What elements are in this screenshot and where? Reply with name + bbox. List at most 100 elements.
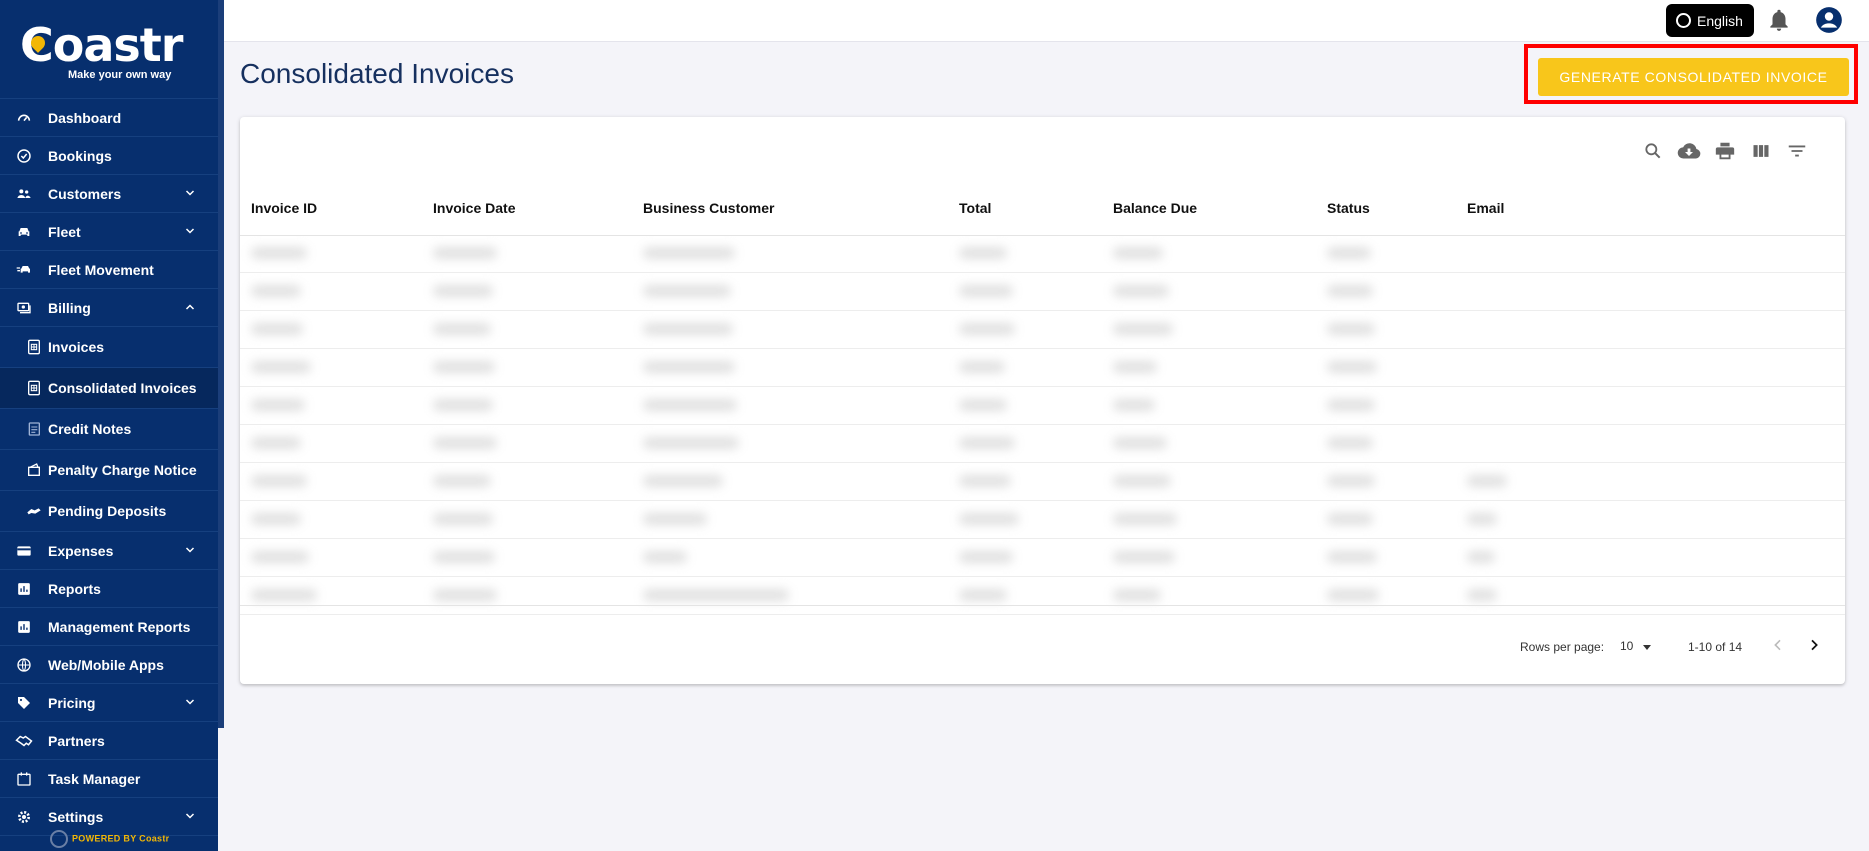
redacted-cell: [251, 361, 311, 373]
sidebar-item-expenses[interactable]: Expenses: [0, 532, 218, 570]
chevron-up-icon[interactable]: [184, 300, 196, 316]
redacted-cell: [1113, 513, 1177, 525]
globe-icon: [14, 655, 34, 675]
search-icon[interactable]: [1641, 139, 1665, 163]
bar-chart-icon: [14, 579, 34, 599]
language-button[interactable]: English: [1666, 4, 1754, 37]
sidebar-item-label: Billing: [48, 299, 91, 316]
chevron-down-icon[interactable]: [184, 695, 196, 711]
print-icon[interactable]: [1713, 139, 1737, 163]
redacted-cell: [959, 513, 1019, 525]
redacted-cell: [643, 361, 735, 373]
sidebar-subitem-invoices[interactable]: Invoices: [0, 327, 218, 368]
redacted-cell: [251, 513, 301, 525]
table-row[interactable]: [240, 273, 1845, 311]
redacted-cell: [959, 361, 1005, 373]
generate-consolidated-invoice-button[interactable]: GENERATE CONSOLIDATED INVOICE: [1538, 58, 1849, 96]
sidebar-item-fleet-movement[interactable]: Fleet Movement: [0, 251, 218, 289]
redacted-cell: [433, 437, 497, 449]
sidebar-item-pricing[interactable]: Pricing: [0, 684, 218, 722]
table-toolbar: [1641, 139, 1809, 163]
sidebar-subitem-penalty-charge-notice[interactable]: Penalty Charge Notice: [0, 450, 218, 491]
redacted-cell: [433, 399, 493, 411]
redacted-cell: [959, 399, 1007, 411]
language-label: English: [1697, 12, 1743, 29]
calendar-icon: [14, 769, 34, 789]
redacted-cell: [1327, 589, 1379, 601]
highlight-box: GENERATE CONSOLIDATED INVOICE: [1524, 44, 1858, 104]
rows-per-page-select[interactable]: 10: [1620, 639, 1633, 653]
sidebar-subitem-label: Consolidated Invoices: [48, 380, 197, 396]
sidebar-subitem-credit-notes[interactable]: Credit Notes: [0, 409, 218, 450]
sidebar-item-label: Settings: [48, 808, 104, 825]
pagination-range: 1-10 of 14: [1688, 640, 1743, 654]
brand-logo[interactable]: Coastr Make your own way: [0, 0, 218, 99]
sidebar-item-customers[interactable]: Customers: [0, 175, 218, 213]
table-row[interactable]: [240, 235, 1845, 273]
redacted-cell: [643, 323, 733, 335]
column-header-balance-due[interactable]: Balance Due: [1113, 200, 1197, 216]
chevron-left-icon[interactable]: [1770, 637, 1786, 656]
redacted-cell: [251, 437, 301, 449]
sidebar-item-billing[interactable]: Billing: [0, 289, 218, 327]
caret-down-icon[interactable]: [1642, 641, 1652, 655]
column-header-email[interactable]: Email: [1467, 200, 1504, 216]
column-header-status[interactable]: Status: [1327, 200, 1370, 216]
sidebar-subitem-label: Penalty Charge Notice: [48, 462, 197, 478]
page-title: Consolidated Invoices: [240, 58, 514, 89]
chevron-down-icon[interactable]: [184, 186, 196, 202]
redacted-cell: [1113, 475, 1171, 487]
sidebar-item-task-manager[interactable]: Task Manager: [0, 760, 218, 798]
wallet-icon: [24, 460, 44, 480]
car-icon: [14, 222, 34, 242]
chevron-down-icon[interactable]: [184, 809, 196, 825]
sidebar-item-fleet[interactable]: Fleet: [0, 213, 218, 251]
redacted-cell: [1327, 323, 1375, 335]
notifications-bell-icon[interactable]: [1766, 7, 1792, 38]
sidebar: Coastr Make your own way Dashboard Bookin…: [0, 0, 218, 851]
sidebar-subitem-consolidated-invoices[interactable]: Consolidated Invoices: [0, 368, 218, 409]
chevron-down-icon[interactable]: [184, 543, 196, 559]
sidebar-item-label: Partners: [48, 732, 105, 749]
table-row[interactable]: [240, 387, 1845, 425]
sidebar-item-management-reports[interactable]: Management Reports: [0, 608, 218, 646]
download-cloud-icon[interactable]: [1677, 139, 1701, 163]
card-icon: [14, 541, 34, 561]
table-header: Invoice ID Invoice Date Business Customer T…: [240, 177, 1845, 236]
chevron-right-icon[interactable]: [1806, 637, 1822, 656]
redacted-cell: [959, 285, 1013, 297]
redacted-cell: [959, 551, 1013, 563]
sidebar-item-dashboard[interactable]: Dashboard: [0, 99, 218, 137]
redacted-cell: [643, 399, 737, 411]
table-row[interactable]: [240, 425, 1845, 463]
column-header-total[interactable]: Total: [959, 200, 991, 216]
table-row[interactable]: [240, 501, 1845, 539]
sidebar-item-web-mobile-apps[interactable]: Web/Mobile Apps: [0, 646, 218, 684]
sidebar-item-reports[interactable]: Reports: [0, 570, 218, 608]
redacted-cell: [959, 475, 1011, 487]
chevron-down-icon[interactable]: [184, 224, 196, 240]
table-row[interactable]: [240, 539, 1845, 577]
filter-list-icon[interactable]: [1785, 139, 1809, 163]
sidebar-item-partners[interactable]: Partners: [0, 722, 218, 760]
table-row[interactable]: [240, 463, 1845, 501]
invoice-icon: [24, 378, 44, 398]
table-row[interactable]: [240, 311, 1845, 349]
table-row[interactable]: [240, 349, 1845, 387]
redacted-cell: [959, 437, 1015, 449]
sidebar-item-bookings[interactable]: Bookings: [0, 137, 218, 175]
sidebar-item-label: Task Manager: [48, 770, 141, 787]
view-columns-icon[interactable]: [1749, 139, 1773, 163]
column-header-business-customer[interactable]: Business Customer: [643, 200, 774, 216]
redacted-cell: [1113, 285, 1169, 297]
sidebar-subitem-pending-deposits[interactable]: Pending Deposits: [0, 491, 218, 532]
column-header-invoice-id[interactable]: Invoice ID: [251, 200, 317, 216]
redacted-cell: [1327, 285, 1373, 297]
account-circle-icon[interactable]: [1815, 6, 1843, 39]
table-body: [240, 235, 1845, 615]
redacted-cell: [1327, 399, 1375, 411]
redacted-cell: [1467, 513, 1497, 525]
column-header-invoice-date[interactable]: Invoice Date: [433, 200, 515, 216]
redacted-cell: [251, 589, 317, 601]
sidebar-scrollbar[interactable]: [218, 0, 224, 728]
